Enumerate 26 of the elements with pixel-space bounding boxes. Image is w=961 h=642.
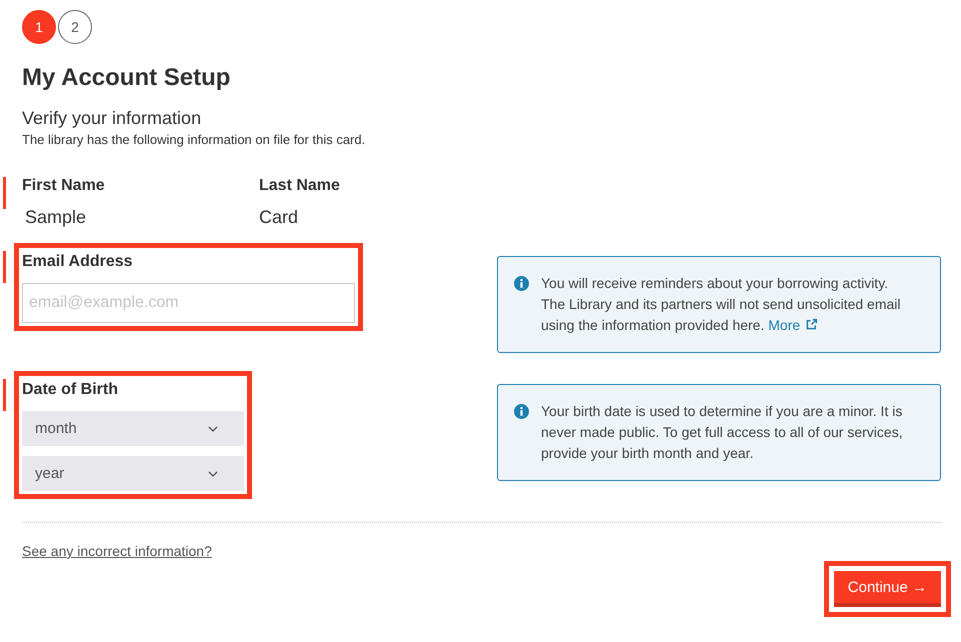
- info-icon: [514, 404, 529, 419]
- info-icon: [514, 276, 529, 291]
- dropdown-value: year: [35, 465, 64, 482]
- info-text: Your birth date is used to determine if you are a minor. It is never made public. To get full access to all of our services, provide your birth month and year.: [541, 402, 904, 463]
- section-heading: Verify your information: [22, 108, 202, 129]
- field-label: Last Name: [259, 177, 341, 195]
- dropdown[interactable]: year: [22, 456, 244, 491]
- help-link[interactable]: See any incorrect information?: [22, 543, 212, 559]
- dropdown[interactable]: month: [22, 411, 244, 446]
- chevron-down-icon: [208, 426, 218, 432]
- page-title: My Account Setup: [22, 64, 232, 92]
- more-link[interactable]: More: [768, 317, 818, 333]
- external-link-icon: [805, 318, 818, 331]
- step-indicator: 2: [58, 10, 92, 44]
- field-value: Card: [259, 207, 300, 228]
- dropdown-value: month: [35, 420, 77, 437]
- chevron-down-icon: [208, 470, 218, 476]
- field-label: First Name: [22, 177, 106, 195]
- continue-button[interactable]: Continue →: [834, 571, 941, 607]
- step-indicator: 1: [22, 10, 56, 44]
- field-label: Date of Birth: [22, 381, 119, 399]
- email-field[interactable]: email@example.com: [22, 283, 355, 323]
- field-label: Email Address: [22, 253, 134, 271]
- field-value: Sample: [24, 207, 88, 228]
- info-text: You will receive reminders about your borrowing activity. The Library and its partners will not send unsolicited email using the information provided here. More: [541, 274, 902, 335]
- section-description: The library has the following information on file for this card.: [22, 132, 366, 147]
